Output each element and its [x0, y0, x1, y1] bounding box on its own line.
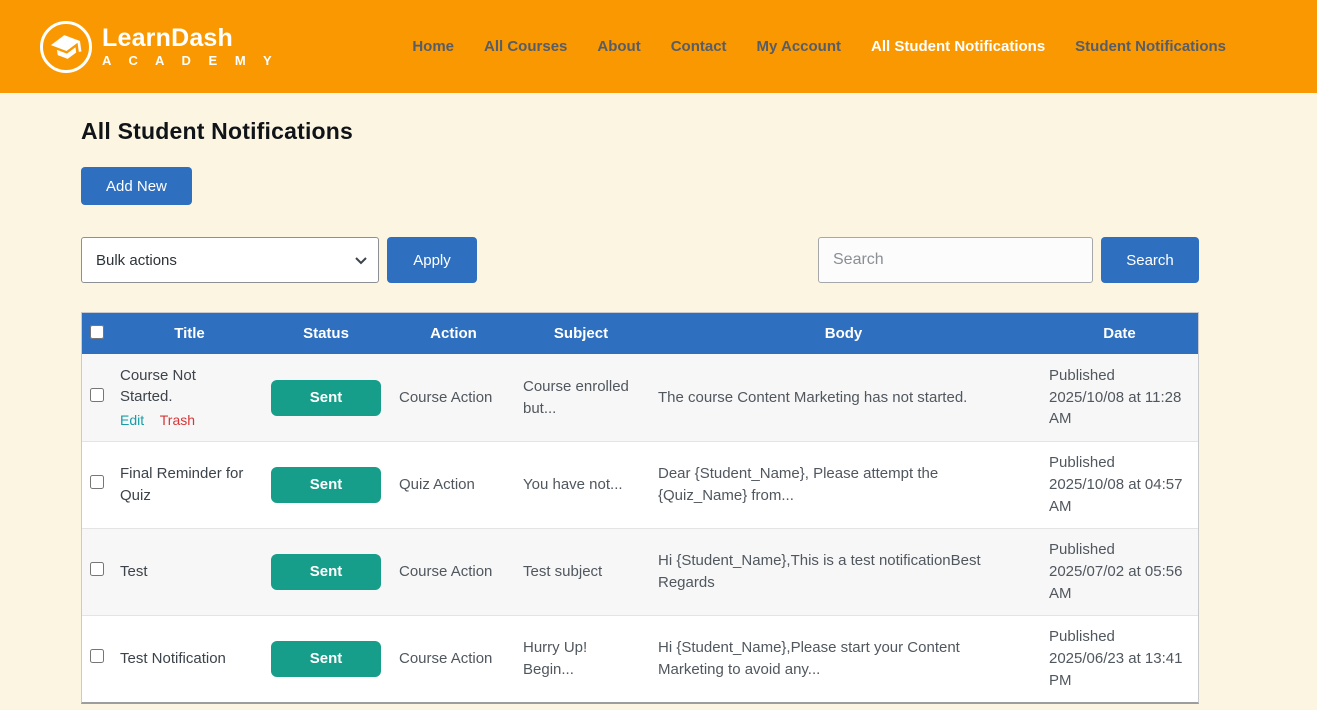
- action-type-cell: Quiz Action: [391, 474, 516, 496]
- status-cell: Sent: [261, 554, 391, 590]
- notification-title: Course Not Started.: [120, 365, 251, 409]
- column-header-title: Title: [118, 325, 261, 342]
- main-nav: Home All Courses About Contact My Account All…: [412, 38, 1317, 55]
- subject-cell: You have not...: [516, 468, 646, 502]
- nav-item-my-account[interactable]: My Account: [757, 38, 841, 55]
- table-row: Final Reminder for Quiz Sent Quiz Action…: [82, 441, 1198, 528]
- date-cell: Published 2025/10/08 at 04:57 AM: [1041, 446, 1198, 523]
- table-row: Test Notification Sent Course Action Hur…: [82, 615, 1198, 702]
- row-checkbox[interactable]: [90, 649, 104, 663]
- row-actions: Edit Trash: [120, 410, 251, 430]
- status-cell: Sent: [261, 641, 391, 677]
- notification-title: Test Notification: [120, 648, 251, 670]
- trash-link[interactable]: Trash: [160, 412, 195, 428]
- column-header-subject: Subject: [516, 325, 646, 342]
- column-header-status: Status: [261, 325, 391, 342]
- list-controls: Bulk actions Apply Search: [81, 237, 1199, 283]
- column-header-action: Action: [391, 325, 516, 342]
- notification-title: Final Reminder for Quiz: [120, 463, 251, 507]
- row-checkbox[interactable]: [90, 388, 104, 402]
- brand-subtitle: A C A D E M Y: [102, 54, 279, 68]
- search-input[interactable]: [818, 237, 1093, 283]
- page-title: All Student Notifications: [81, 118, 1281, 145]
- nav-item-student-notifications[interactable]: Student Notifications: [1075, 38, 1226, 55]
- select-all-checkbox[interactable]: [90, 325, 104, 339]
- subject-cell: Course enrolled but...: [516, 370, 646, 426]
- date-cell: Published 2025/10/08 at 11:28 AM: [1041, 359, 1198, 436]
- edit-link[interactable]: Edit: [120, 412, 144, 428]
- title-cell: Test Notification: [118, 638, 261, 680]
- title-cell: Course Not Started. Edit Trash: [118, 355, 261, 441]
- row-checkbox[interactable]: [90, 562, 104, 576]
- status-cell: Sent: [261, 380, 391, 416]
- bulk-actions-select-wrap: Bulk actions: [81, 237, 379, 283]
- status-badge: Sent: [271, 641, 381, 677]
- row-checkbox-cell: [82, 561, 118, 583]
- title-cell: Final Reminder for Quiz: [118, 453, 261, 517]
- action-type-cell: Course Action: [391, 561, 516, 583]
- table-row: Test Sent Course Action Test subject Hi …: [82, 528, 1198, 615]
- table-body: Course Not Started. Edit Trash Sent Cour…: [82, 354, 1198, 702]
- table-row: Course Not Started. Edit Trash Sent Cour…: [82, 354, 1198, 441]
- row-checkbox-cell: [82, 648, 118, 670]
- bulk-actions-select[interactable]: Bulk actions: [81, 237, 379, 283]
- apply-button[interactable]: Apply: [387, 237, 477, 283]
- body-preview-cell: The course Content Marketing has not sta…: [646, 381, 1041, 415]
- subject-cell: Test subject: [516, 555, 646, 589]
- add-new-button[interactable]: Add New: [81, 167, 192, 205]
- table-header-row: Title Status Action Subject Body Date: [82, 313, 1198, 354]
- nav-item-all-courses[interactable]: All Courses: [484, 38, 567, 55]
- graduation-cap-icon: [40, 21, 92, 73]
- date-cell: Published 2025/06/23 at 13:41 PM: [1041, 620, 1198, 697]
- row-checkbox-cell: [82, 474, 118, 496]
- status-badge: Sent: [271, 380, 381, 416]
- date-cell: Published 2025/07/02 at 05:56 AM: [1041, 533, 1198, 610]
- search-button[interactable]: Search: [1101, 237, 1199, 283]
- status-cell: Sent: [261, 467, 391, 503]
- body-preview-cell: Dear {Student_Name}, Please attempt the …: [646, 457, 1041, 513]
- status-badge: Sent: [271, 554, 381, 590]
- body-preview-cell: Hi {Student_Name},Please start your Cont…: [646, 631, 1041, 687]
- column-header-body: Body: [646, 325, 1041, 342]
- site-header: LearnDash A C A D E M Y Home All Courses A…: [0, 0, 1317, 93]
- title-cell: Test: [118, 551, 261, 593]
- nav-item-all-student-notifications[interactable]: All Student Notifications: [871, 38, 1045, 55]
- select-all-cell: [82, 325, 118, 343]
- notifications-table: Title Status Action Subject Body Date Co…: [81, 312, 1199, 704]
- action-type-cell: Course Action: [391, 648, 516, 670]
- action-type-cell: Course Action: [391, 387, 516, 409]
- nav-item-contact[interactable]: Contact: [671, 38, 727, 55]
- row-checkbox[interactable]: [90, 475, 104, 489]
- main-content: All Student Notifications Add New Bulk a…: [0, 93, 1281, 704]
- body-preview-cell: Hi {Student_Name},This is a test notific…: [646, 544, 1041, 600]
- nav-item-about[interactable]: About: [597, 38, 640, 55]
- brand-text: LearnDash A C A D E M Y: [102, 25, 279, 68]
- column-header-date: Date: [1041, 325, 1198, 342]
- status-badge: Sent: [271, 467, 381, 503]
- site-logo[interactable]: LearnDash A C A D E M Y: [40, 21, 279, 73]
- subject-cell: Hurry Up! Begin...: [516, 631, 646, 687]
- brand-name: LearnDash: [102, 25, 279, 51]
- row-checkbox-cell: [82, 387, 118, 409]
- notification-title: Test: [120, 561, 251, 583]
- nav-item-home[interactable]: Home: [412, 38, 454, 55]
